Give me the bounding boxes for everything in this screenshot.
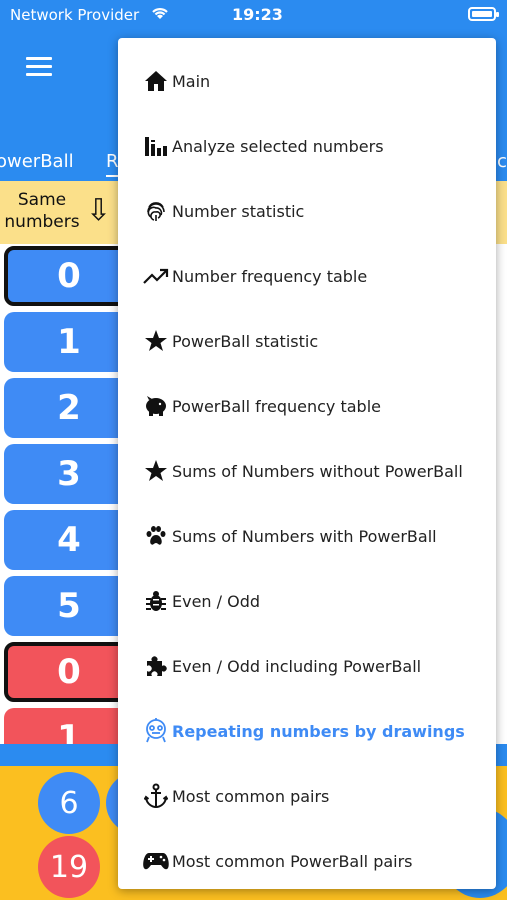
wifi-icon: [150, 5, 170, 25]
menu-item-even-odd[interactable]: Even / Odd: [118, 571, 496, 631]
tab-next[interactable]: c: [497, 151, 507, 172]
clock: 19:23: [232, 5, 283, 24]
trending-up-icon: [142, 262, 170, 290]
number-button[interactable]: 0: [4, 246, 134, 306]
navigation-drawer: Main Analyze selected numbers Number sta…: [118, 38, 496, 889]
number-button[interactable]: 3: [4, 444, 134, 504]
number-button[interactable]: 4: [4, 510, 134, 570]
tab-powerball[interactable]: owerBall: [0, 151, 74, 172]
bug-icon: [142, 587, 170, 615]
sort-down-arrow-icon[interactable]: ⇩: [86, 193, 111, 228]
menu-item-repeating-numbers[interactable]: Repeating numbers by drawings: [118, 701, 496, 761]
menu-item-number-frequency[interactable]: Number frequency table: [118, 246, 496, 306]
star-icon: [142, 327, 170, 355]
menu-item-main[interactable]: Main: [118, 51, 496, 111]
menu-item-powerball-pairs[interactable]: Most common PowerBall pairs: [118, 831, 496, 891]
menu-item-analyze[interactable]: Analyze selected numbers: [118, 116, 496, 176]
anchor-icon: [142, 782, 170, 810]
number-button[interactable]: 1: [4, 312, 134, 372]
number-button[interactable]: 0: [4, 642, 134, 702]
ball-number: 6: [38, 772, 100, 834]
fingerprint-icon: [142, 197, 170, 225]
menu-item-common-pairs[interactable]: Most common pairs: [118, 766, 496, 826]
piggy-bank-icon: [142, 392, 170, 420]
home-icon: [142, 67, 170, 95]
star-icon: [142, 457, 170, 485]
gamepad-icon: [142, 847, 170, 875]
menu-item-sums-with-powerball[interactable]: Sums of Numbers with PowerBall: [118, 506, 496, 566]
paw-icon: [142, 522, 170, 550]
number-button[interactable]: 5: [4, 576, 134, 636]
carrier-label: Network Provider: [10, 6, 140, 24]
menu-item-sums-without-powerball[interactable]: Sums of Numbers without PowerBall: [118, 441, 496, 501]
menu-item-powerball-statistic[interactable]: PowerBall statistic: [118, 311, 496, 371]
number-button[interactable]: 1: [4, 708, 134, 744]
menu-item-even-odd-powerball[interactable]: Even / Odd including PowerBall: [118, 636, 496, 696]
bar-chart-icon: [142, 132, 170, 160]
hamburger-menu-icon[interactable]: [26, 57, 52, 77]
robot-icon: [142, 717, 170, 745]
puzzle-icon: [142, 652, 170, 680]
powerball-number: 19: [38, 836, 100, 898]
battery-icon: [468, 7, 499, 21]
status-bar: Network Provider 19:23: [0, 0, 507, 30]
menu-item-powerball-frequency[interactable]: PowerBall frequency table: [118, 376, 496, 436]
same-numbers-label: Same numbers: [4, 190, 80, 232]
menu-item-number-statistic[interactable]: Number statistic: [118, 181, 496, 241]
tab-repeating[interactable]: R: [106, 151, 119, 177]
number-button[interactable]: 2: [4, 378, 134, 438]
